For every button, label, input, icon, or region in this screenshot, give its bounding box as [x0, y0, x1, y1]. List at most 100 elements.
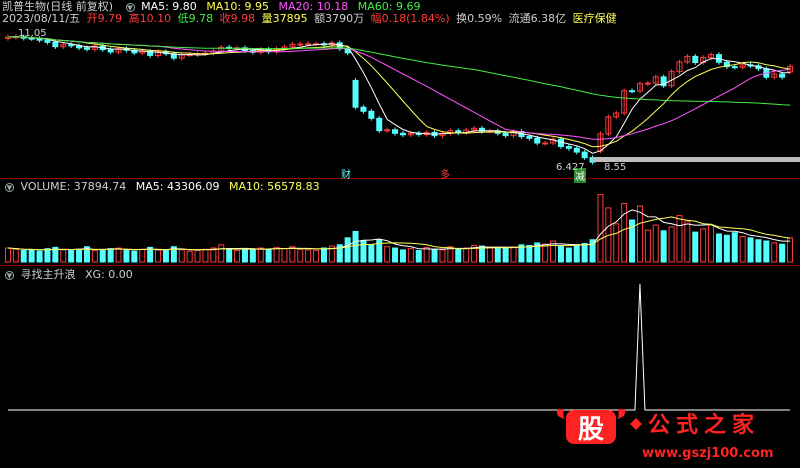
volume-bar: [234, 250, 241, 263]
volume-bar: [636, 205, 643, 263]
candle-body: [526, 136, 533, 139]
volume-bar: [731, 232, 738, 263]
candle-body: [44, 39, 51, 43]
indicator-collapse-icon[interactable]: ▼: [5, 270, 14, 280]
candle-body: [392, 129, 399, 134]
logo-text: 公式之家: [648, 412, 760, 438]
volume-bar: [36, 250, 43, 263]
ma20-line: [7, 36, 791, 140]
candle-body: [629, 90, 636, 93]
volume-bar: [273, 246, 280, 263]
candle-body: [565, 146, 572, 149]
volume-bar: [241, 248, 248, 263]
volume-bar: [28, 249, 35, 263]
volume-bar: [162, 250, 169, 263]
volume-bar: [115, 247, 122, 263]
volume-bar: [700, 228, 707, 263]
volume-bar: [692, 231, 699, 263]
volume-bar: [463, 247, 470, 263]
candle-body: [399, 132, 406, 136]
volume-bar: [502, 247, 509, 263]
volume-bar: [186, 250, 193, 263]
volume-bar: [107, 248, 114, 263]
volume-bar: [486, 246, 493, 263]
volume-bar: [613, 223, 620, 263]
volume-bar: [565, 247, 572, 263]
volume-bar: [755, 239, 762, 263]
candle-body: [542, 142, 549, 145]
candle-body: [644, 82, 651, 85]
indicator-xg: XG: 0.00: [85, 268, 133, 281]
volume-bar: [297, 248, 304, 263]
volume-bar: [715, 233, 722, 263]
logo-graphic: 股 公式之家 www.gszj100.com: [556, 408, 773, 461]
candle-body: [502, 132, 509, 137]
volume-ma5-label: MA5: 43306.09: [135, 180, 220, 193]
volume-bar: [12, 248, 19, 263]
candle-body: [368, 110, 375, 119]
volume-header: ▼ VOLUME: 37894.74 MA5: 43306.09 MA10: 5…: [2, 180, 326, 194]
ma10-line: [7, 36, 791, 148]
volume-bar: [60, 249, 67, 263]
volume-bar: [368, 244, 375, 263]
candle-body: [376, 117, 383, 132]
low-price-mark: 6.427: [556, 162, 585, 173]
volume-bar: [91, 250, 98, 263]
volume-bar: [289, 246, 296, 263]
tag-cai: 财: [341, 170, 351, 181]
indicator-header: ▼ 寻找主升浪 XG: 0.00: [2, 268, 139, 282]
candle-body: [83, 47, 90, 50]
logo-url: www.gszj100.com: [642, 446, 773, 461]
volume-bar: [76, 248, 83, 263]
volume-bar: [99, 249, 106, 263]
volume-bar: [131, 250, 138, 263]
kline-chart[interactable]: [0, 0, 800, 468]
volume-bar: [344, 237, 351, 263]
logo-horn-left: [556, 408, 566, 420]
volume-bar: [431, 248, 438, 263]
volume-ma10-label: MA10: 56578.83: [228, 180, 320, 193]
candle-body: [534, 137, 541, 144]
volume-bar: [597, 194, 604, 263]
volume-bar: [68, 250, 75, 263]
volume-bar: [407, 248, 414, 263]
volume-bar: [352, 230, 359, 263]
candle-body: [305, 43, 312, 46]
volume-bar: [581, 243, 588, 263]
indicator-name: 寻找主升浪: [20, 268, 76, 281]
candle-body: [68, 44, 75, 47]
xg-signal-line: [7, 283, 791, 411]
candle-body: [352, 79, 359, 108]
candle-body: [360, 106, 367, 112]
volume-bar: [313, 250, 320, 263]
volume-label: VOLUME: 37894.74: [20, 180, 127, 193]
volume-bar: [668, 226, 675, 263]
volume-bar: [20, 250, 27, 263]
ma5-line: [7, 36, 791, 154]
volume-bar: [257, 247, 264, 263]
volume-bar: [320, 247, 327, 263]
logo-diamond: [630, 418, 642, 430]
volume-bar: [542, 243, 549, 263]
volume-bar: [44, 248, 51, 263]
volume-bar: [779, 243, 786, 263]
panel-separator-indicator: [0, 265, 800, 266]
candle-body: [297, 43, 304, 46]
volume-bar: [644, 229, 651, 263]
volume-bar: [747, 237, 754, 263]
volume-bar: [708, 224, 715, 263]
candle-body: [573, 147, 580, 153]
volume-bar: [202, 248, 209, 263]
volume-bar: [218, 244, 225, 263]
volume-bar: [660, 230, 667, 263]
volume-bar: [226, 249, 233, 263]
volume-collapse-icon[interactable]: ▼: [5, 182, 14, 192]
tag-duo: 多: [440, 170, 450, 181]
volume-bar: [249, 248, 256, 263]
volume-bar: [510, 246, 517, 263]
low-price-suffix: 8.55: [604, 162, 627, 173]
volume-bar: [139, 248, 146, 263]
volume-bar: [676, 215, 683, 263]
volume-bar: [155, 249, 162, 263]
volume-bar: [123, 250, 130, 263]
